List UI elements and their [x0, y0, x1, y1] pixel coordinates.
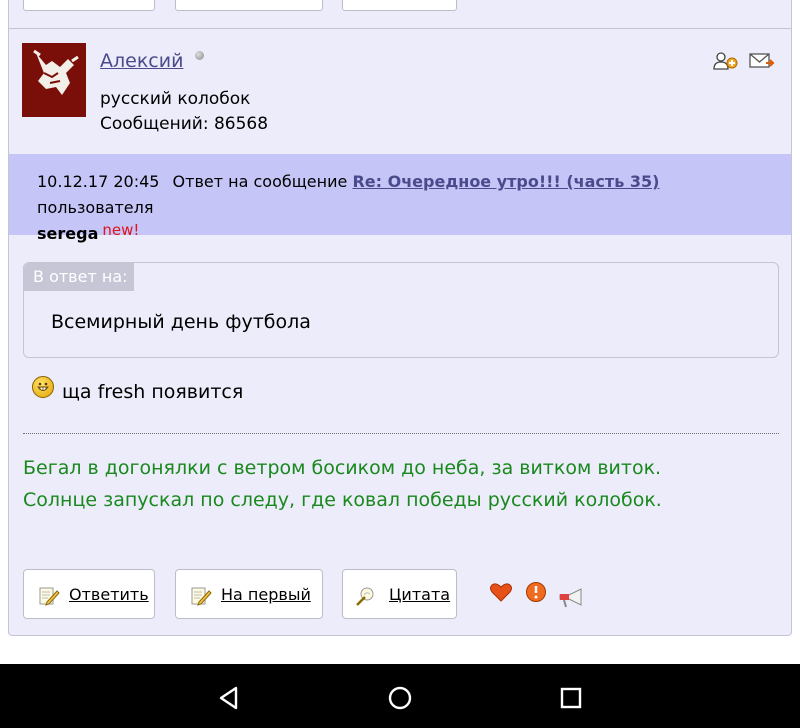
quote-text: Всемирный день футбола — [51, 311, 311, 333]
reply-timestamp: 10.12.17 20:45 — [37, 172, 160, 191]
edit-note-icon — [191, 587, 212, 606]
reply-thread-link[interactable]: Re: Очередное утро!!! (часть 35) — [352, 172, 659, 191]
quote-pen-icon — [356, 587, 374, 606]
first-button-label: На первый — [221, 585, 311, 604]
top-button-reply[interactable] — [23, 0, 155, 11]
warning-icon[interactable] — [525, 581, 547, 603]
avatar[interactable] — [22, 43, 86, 117]
recents-square-icon[interactable] — [557, 684, 585, 712]
heart-icon[interactable] — [489, 581, 513, 603]
author-bar: Алексий русский колобок Сообщений: 86568 — [9, 28, 791, 155]
first-button[interactable]: На первый — [175, 569, 323, 619]
online-status-icon — [195, 51, 204, 60]
envelope-icon[interactable] — [749, 51, 775, 71]
android-nav-bar — [0, 664, 800, 728]
top-button-first[interactable] — [175, 0, 323, 11]
top-arrow-icon — [565, 0, 579, 3]
reply-suffix: пользователя — [37, 198, 154, 217]
reply-user[interactable]: serega — [37, 224, 98, 243]
new-badge: new! — [102, 221, 140, 239]
reply-button[interactable]: Ответить — [23, 569, 155, 619]
author-subtitle: русский колобок — [100, 89, 251, 109]
add-user-icon[interactable] — [713, 51, 739, 71]
author-post-count: Сообщений: 86568 — [100, 114, 269, 134]
post-card: Алексий русский колобок Сообщений: 86568… — [8, 0, 792, 636]
signature-line-2: Солнце запускал по следу, где ковал побе… — [23, 489, 662, 511]
post-body-text: ща fresh появится — [62, 381, 244, 403]
home-circle-icon[interactable] — [386, 684, 414, 712]
reply-button-label: Ответить — [69, 585, 149, 604]
edit-note-icon — [39, 587, 60, 606]
grin-smiley-icon — [32, 376, 54, 398]
quote-button[interactable]: Цитата — [342, 569, 457, 619]
signature-line-1: Бегал в догонялки с ветром босиком до не… — [23, 457, 662, 479]
author-name-link[interactable]: Алексий — [100, 50, 183, 72]
megaphone-icon[interactable] — [557, 587, 587, 609]
quote-box: В ответ на: Всемирный день футбола — [23, 262, 779, 358]
reply-info-bar: 10.12.17 20:45 Ответ на сообщение Re: Оч… — [9, 154, 791, 243]
reply-prefix: Ответ на сообщение — [172, 172, 348, 191]
top-button-quote[interactable] — [342, 0, 457, 11]
quote-button-label: Цитата — [389, 585, 451, 604]
signature-divider — [23, 433, 779, 434]
quote-label: В ответ на: — [24, 263, 134, 291]
back-triangle-icon[interactable] — [216, 684, 244, 712]
